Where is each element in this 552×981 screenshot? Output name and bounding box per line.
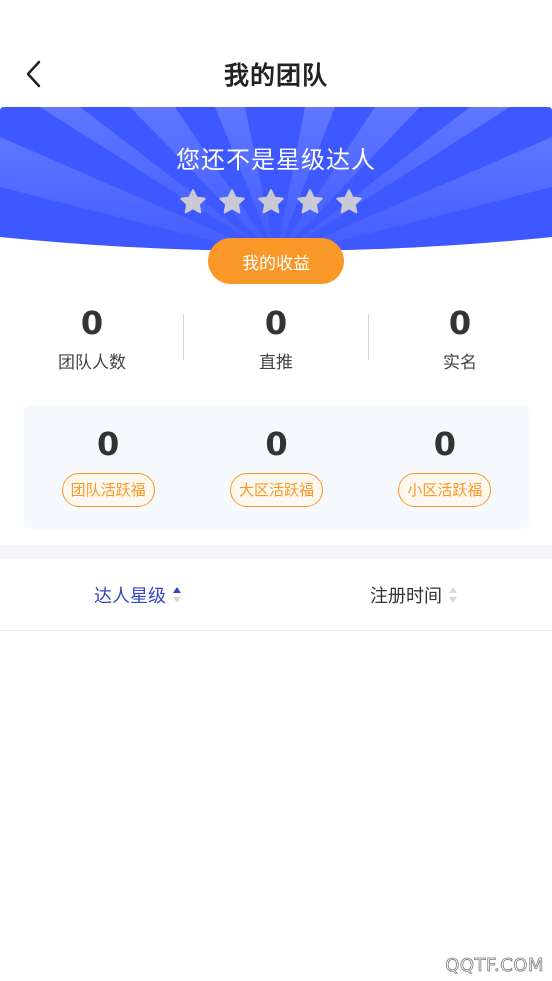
star-icon xyxy=(258,189,284,214)
bonus-tag[interactable]: 团队活跃福 xyxy=(61,473,155,507)
team-stats: 0 团队人数 0 直推 0 实名 xyxy=(0,300,552,390)
sort-tab-star-level[interactable]: 达人星级 xyxy=(0,559,276,630)
star-status-text: 您还不是星级达人 xyxy=(176,146,376,174)
stat-value: 0 xyxy=(264,304,288,342)
sort-tab-register-time[interactable]: 注册时间 xyxy=(276,559,552,630)
stat-verified: 0 实名 xyxy=(368,300,552,390)
sort-tab-label: 注册时间 xyxy=(370,585,442,607)
star-icon xyxy=(219,189,245,214)
banner-background xyxy=(0,107,552,257)
section-separator xyxy=(0,545,552,559)
divider xyxy=(183,314,184,360)
sort-arrows-icon xyxy=(172,585,182,605)
bonus-tag[interactable]: 大区活跃福 xyxy=(229,473,323,507)
nav-bar: 我的团队 xyxy=(0,0,552,106)
bonus-value: 0 xyxy=(97,425,120,463)
bonus-value: 0 xyxy=(433,425,456,463)
stat-value: 0 xyxy=(448,304,472,342)
stat-direct-referrals: 0 直推 xyxy=(184,300,368,390)
activity-bonus-card: 0 团队活跃福 0 大区活跃福 0 小区活跃福 xyxy=(24,405,529,529)
bonus-large-zone: 0 大区活跃福 xyxy=(192,405,360,529)
star-icon xyxy=(180,189,206,214)
star-icon xyxy=(336,189,362,214)
page-title: 我的团队 xyxy=(223,61,328,90)
bonus-team: 0 团队活跃福 xyxy=(24,405,192,529)
star-rating xyxy=(178,187,364,221)
star-icon xyxy=(297,189,323,214)
my-team-page: 我的团队 您还不是星级达人 我的收益 0 团队人数 0 直推 0 实名 0 团队… xyxy=(0,0,552,981)
bonus-value: 0 xyxy=(265,425,288,463)
stat-label: 团队人数 xyxy=(58,353,126,373)
stat-value: 0 xyxy=(80,304,104,342)
stat-label: 直推 xyxy=(259,353,293,373)
sort-tabs: 达人星级 注册时间 xyxy=(0,559,552,631)
watermark: QQTF.COM xyxy=(445,955,544,977)
stat-team-size: 0 团队人数 xyxy=(0,300,184,390)
sort-tab-label: 达人星级 xyxy=(94,585,166,607)
my-earnings-button[interactable]: 我的收益 xyxy=(208,238,344,284)
bonus-tag[interactable]: 小区活跃福 xyxy=(398,473,492,507)
stat-label: 实名 xyxy=(443,353,477,373)
bonus-small-zone: 0 小区活跃福 xyxy=(361,405,529,529)
divider xyxy=(368,314,369,360)
sort-arrows-icon xyxy=(448,585,458,605)
